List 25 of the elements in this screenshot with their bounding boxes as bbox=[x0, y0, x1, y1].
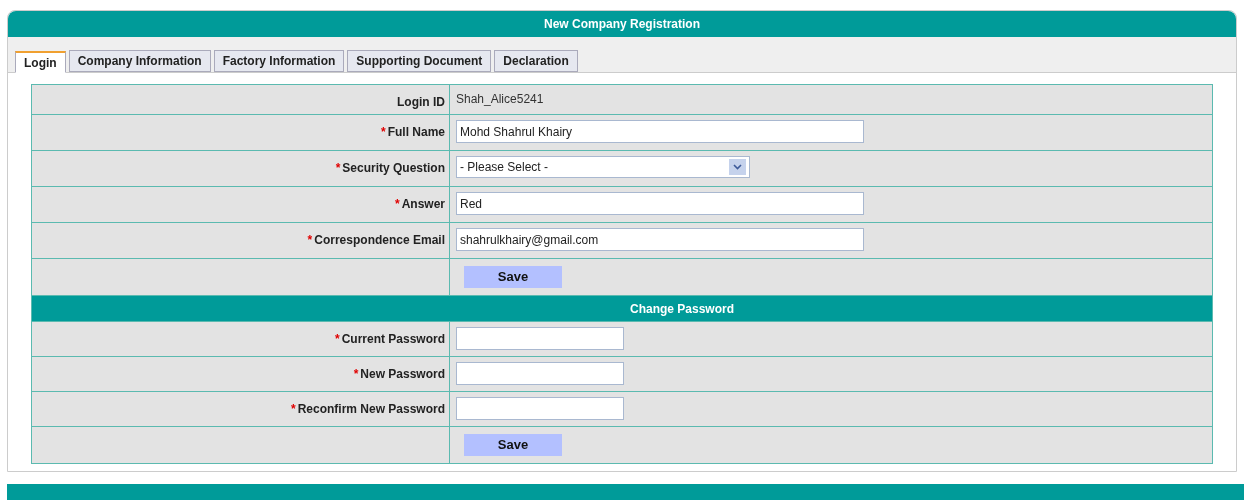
tab[interactable]: Factory Information bbox=[213, 50, 345, 72]
field-label: Login ID bbox=[397, 94, 445, 111]
field-label: * Security Question bbox=[335, 160, 445, 177]
input-field[interactable] bbox=[456, 327, 624, 350]
tab[interactable]: Company Information bbox=[68, 50, 211, 72]
field-label: * Current Password bbox=[334, 331, 445, 348]
section-header: Change Password bbox=[32, 295, 1212, 321]
tab[interactable]: Supporting Document bbox=[347, 50, 492, 72]
security-question-select[interactable]: - Please Select - bbox=[456, 156, 750, 178]
input-field[interactable]: shahrulkhairy@gmail.com bbox=[456, 228, 864, 251]
panel-header: New Company Registration bbox=[8, 11, 1236, 37]
field-label: * Reconfirm New Password bbox=[290, 401, 445, 418]
save-button[interactable]: Save bbox=[464, 434, 562, 456]
input-field[interactable] bbox=[456, 362, 624, 385]
field-label: * Correspondence Email bbox=[307, 232, 445, 249]
field-label: * Answer bbox=[394, 196, 445, 213]
field-value: Shah_Alice5241 bbox=[456, 91, 544, 108]
save-button[interactable]: Save bbox=[464, 266, 562, 288]
tab[interactable]: Login bbox=[15, 51, 66, 73]
field-label: * New Password bbox=[353, 366, 445, 383]
field-label: * Full Name bbox=[380, 124, 445, 141]
input-field[interactable]: Mohd Shahrul Khairy bbox=[456, 120, 864, 143]
input-field[interactable] bbox=[456, 397, 624, 420]
input-field[interactable]: Red bbox=[456, 192, 864, 215]
tab[interactable]: Declaration bbox=[494, 50, 578, 72]
